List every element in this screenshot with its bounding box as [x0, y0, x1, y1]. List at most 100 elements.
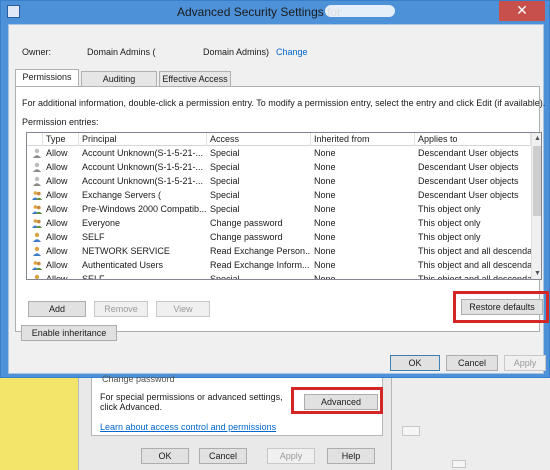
cell-access: Read Exchange Person...: [210, 246, 311, 256]
cell-type: Allow: [46, 246, 68, 256]
change-owner-link[interactable]: Change: [276, 47, 308, 57]
cell-inherited: None: [314, 260, 336, 270]
tab-effective-access[interactable]: Effective Access: [159, 71, 231, 86]
column-header-access[interactable]: Access: [207, 133, 311, 146]
scroll-down-icon[interactable]: ▼: [533, 269, 541, 278]
cell-applies: This object and all descendan...: [418, 260, 531, 270]
cell-principal: Account Unknown(S-1-5-21-...: [82, 176, 204, 186]
cell-applies: Descendant User objects: [418, 190, 519, 200]
column-header-inherited-from[interactable]: Inherited from: [311, 133, 415, 146]
cell-principal: SELF: [82, 232, 105, 242]
remove-button[interactable]: Remove: [94, 301, 148, 317]
cell-applies: This object only: [418, 204, 481, 214]
cell-inherited: None: [314, 232, 336, 242]
cell-access: Special: [210, 148, 240, 158]
table-row[interactable]: Allow NETWORK SERVICE Read Exchange Person…: [27, 244, 531, 258]
cell-access: Read Exchange Inform...: [210, 260, 310, 270]
cell-principal: Pre-Windows 2000 Compatib...: [82, 204, 207, 214]
cell-inherited: None: [314, 274, 336, 280]
list-rows: Allow Account Unknown(S-1-5-21-... Special…: [27, 146, 531, 280]
cell-inherited: None: [314, 204, 336, 214]
cell-access: Special: [210, 176, 240, 186]
cell-applies: Descendant User objects: [418, 176, 519, 186]
info-text: For additional information, double-click…: [22, 98, 546, 108]
table-row[interactable]: Allow Authenticated Users Read Exchange In…: [27, 258, 531, 272]
cell-inherited: None: [314, 176, 336, 186]
view-button[interactable]: View: [156, 301, 210, 317]
tab-permissions[interactable]: Permissions: [15, 69, 79, 87]
window-title: Advanced Security Settings for: [177, 5, 342, 19]
enable-inheritance-button[interactable]: Enable inheritance: [21, 325, 117, 341]
cell-principal: Account Unknown(S-1-5-21-...: [82, 148, 204, 158]
cell-access: Special: [210, 162, 240, 172]
close-icon: ✕: [516, 2, 528, 18]
column-header-type[interactable]: Type: [43, 133, 79, 146]
clipped-permission-text: Change password: [102, 374, 175, 384]
list-scrollbar[interactable]: ▲ ▼: [531, 133, 541, 279]
close-button[interactable]: ✕: [499, 1, 545, 21]
cell-inherited: None: [314, 218, 336, 228]
cell-access: Change password: [210, 232, 283, 242]
background-window-right: [392, 378, 550, 470]
cell-type: Allow: [46, 218, 68, 228]
background-button: [452, 460, 466, 468]
apply-button[interactable]: Apply: [504, 355, 546, 371]
ok-button[interactable]: OK: [390, 355, 440, 371]
cell-applies: This object and all descendan...: [418, 274, 531, 280]
cell-type: Allow: [46, 190, 68, 200]
cell-inherited: None: [314, 148, 336, 158]
advanced-settings-text: For special permissions or advanced sett…: [100, 392, 283, 412]
cell-principal: Exchange Servers (: [82, 190, 162, 200]
cancel-button[interactable]: Cancel: [446, 355, 498, 371]
window-app-icon: [7, 5, 20, 18]
dialog-apply-button[interactable]: Apply: [267, 448, 315, 464]
dialog-cancel-button[interactable]: Cancel: [199, 448, 247, 464]
background-desktop-left: [0, 378, 78, 470]
cell-principal: Authenticated Users: [82, 260, 164, 270]
scrollbar-thumb[interactable]: [533, 146, 541, 216]
cell-principal: NETWORK SERVICE: [82, 246, 170, 256]
permission-entries-list[interactable]: Type Principal Access Inherited from App…: [26, 132, 542, 280]
cell-type: Allow: [46, 148, 68, 158]
cell-access: Special: [210, 190, 240, 200]
table-row[interactable]: Allow Pre-Windows 2000 Compatib... Special…: [27, 202, 531, 216]
owner-label: Owner:: [22, 47, 52, 57]
permission-entries-label: Permission entries:: [22, 117, 99, 127]
table-row[interactable]: Allow Exchange Servers (Special None Descen…: [27, 188, 531, 202]
cell-applies: This object only: [418, 218, 481, 228]
cell-access: Change password: [210, 218, 283, 228]
column-header-principal[interactable]: Principal: [79, 133, 207, 146]
table-row[interactable]: Allow Account Unknown(S-1-5-21-... Special…: [27, 146, 531, 160]
cell-applies: This object and all descendan...: [418, 246, 531, 256]
highlight-box: [291, 387, 383, 414]
scroll-up-icon[interactable]: ▲: [533, 134, 541, 143]
cell-inherited: None: [314, 162, 336, 172]
cell-inherited: None: [314, 246, 336, 256]
column-header-icon: [27, 133, 43, 146]
add-button[interactable]: Add: [28, 301, 86, 317]
table-row[interactable]: Allow SELF Special None This object and all …: [27, 272, 531, 280]
column-header-applies-to[interactable]: Applies to: [415, 133, 531, 146]
cell-applies: This object only: [418, 232, 481, 242]
advanced-security-settings-window: Advanced Security Settings for ✕ Owner: …: [0, 0, 550, 378]
owner-name-suffix: Domain Admins): [203, 47, 270, 57]
dialog-ok-button[interactable]: OK: [141, 448, 189, 464]
cell-access: Special: [210, 274, 240, 280]
table-row[interactable]: Allow SELF Change password None This object …: [27, 230, 531, 244]
table-row[interactable]: Allow Account Unknown(S-1-5-21-... Special…: [27, 174, 531, 188]
cell-applies: Descendant User objects: [418, 148, 519, 158]
list-header: Type Principal Access Inherited from App…: [27, 133, 531, 146]
title-bar[interactable]: Advanced Security Settings for ✕: [1, 1, 549, 23]
learn-access-control-link[interactable]: Learn about access control and permissio…: [100, 422, 276, 432]
cell-type: Allow: [46, 232, 68, 242]
table-row[interactable]: Allow Account Unknown(S-1-5-21-... Special…: [27, 160, 531, 174]
tab-auditing[interactable]: Auditing: [81, 71, 157, 86]
table-row[interactable]: Allow Everyone Change password None This obj…: [27, 216, 531, 230]
cell-applies: Descendant User objects: [418, 162, 519, 172]
background-button: [402, 426, 420, 436]
cell-principal: Account Unknown(S-1-5-21-...: [82, 162, 204, 172]
dialog-help-button[interactable]: Help: [327, 448, 375, 464]
cell-principal: SELF: [82, 274, 105, 280]
cell-type: Allow: [46, 162, 68, 172]
cell-type: Allow: [46, 176, 68, 186]
